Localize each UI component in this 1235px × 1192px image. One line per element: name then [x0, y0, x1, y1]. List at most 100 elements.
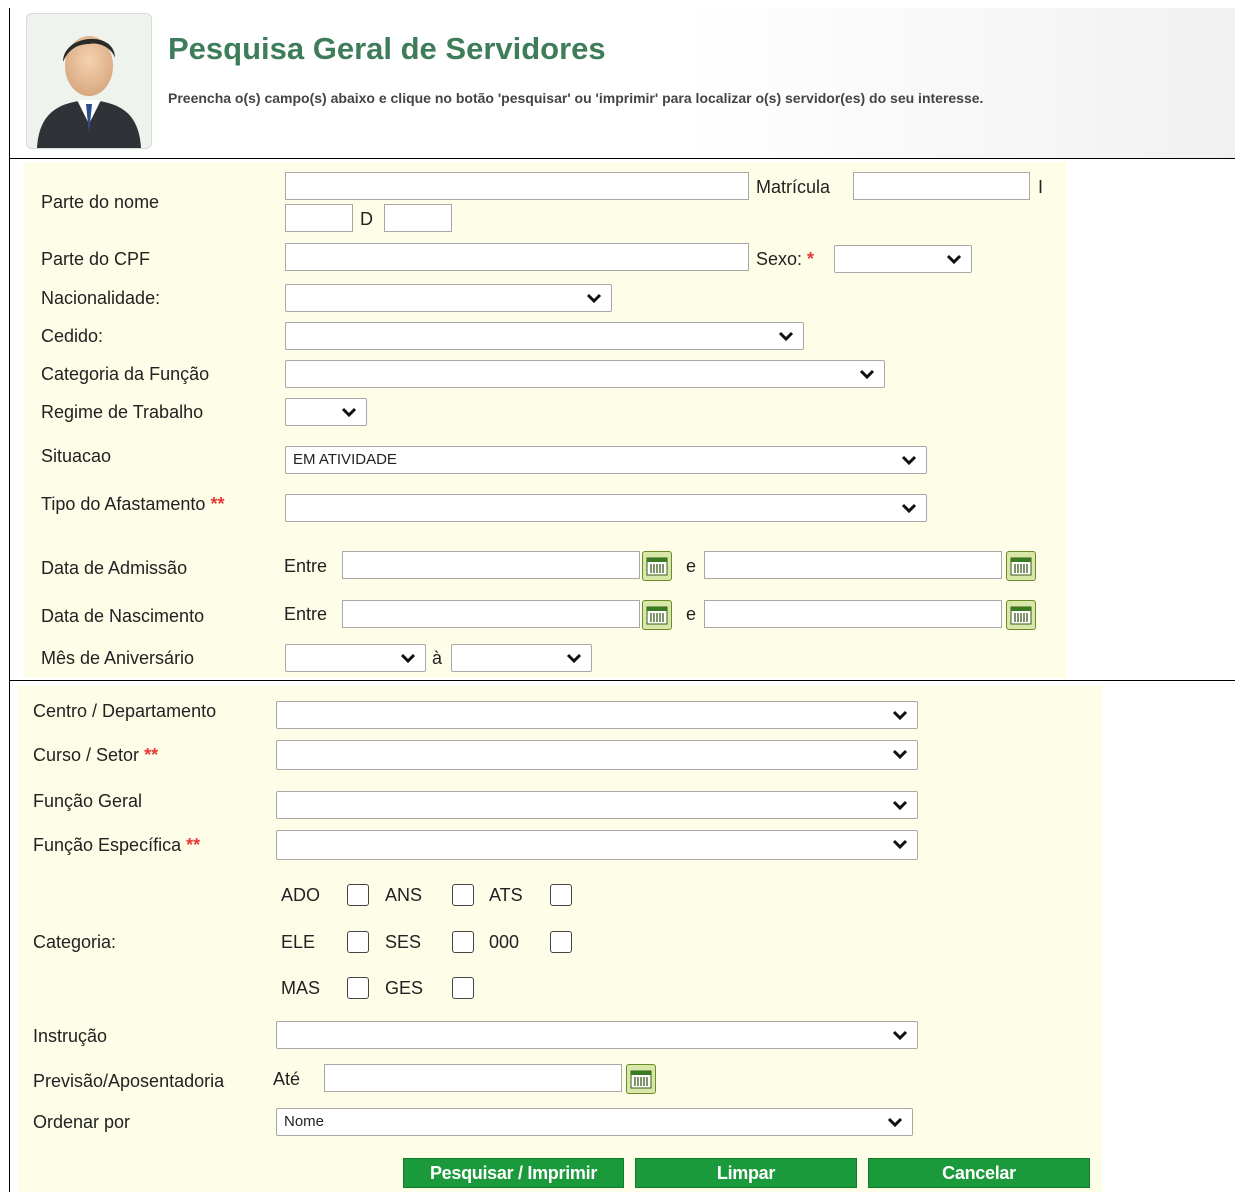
parte-nome-label: Parte do nome [41, 192, 160, 212]
categoria-option-label: ADO [281, 885, 321, 905]
matricula-label: Matrícula [756, 177, 831, 197]
curso-setor-label: Curso / Setor ** [33, 745, 159, 765]
chevron-down-icon [400, 653, 416, 664]
page-title: Pesquisa Geral de Servidores [168, 31, 606, 66]
chevron-down-icon [892, 1030, 908, 1041]
calendar-icon[interactable] [626, 1064, 656, 1094]
categoria-option-label: ATS [489, 885, 523, 905]
instrucao-select[interactable] [276, 1021, 918, 1049]
chevron-down-icon [892, 800, 908, 811]
chevron-down-icon [946, 254, 962, 265]
mes-aniversario-to-select[interactable] [451, 644, 592, 672]
data-admissao-label: Data de Admissão [41, 558, 188, 578]
cedido-select[interactable] [285, 322, 804, 350]
calendar-icon[interactable] [642, 551, 672, 581]
calendar-icon[interactable] [642, 600, 672, 630]
nascimento-to-input[interactable] [704, 600, 1002, 628]
categoria-option-label: SES [385, 932, 422, 952]
chevron-down-icon [892, 839, 908, 850]
matricula-i-label: I [1038, 177, 1044, 197]
chevron-down-icon [341, 407, 357, 418]
categoria-000-checkbox[interactable] [550, 931, 572, 953]
categoria-ele-checkbox[interactable] [347, 931, 369, 953]
admissao-e-label: e [686, 556, 697, 576]
parte-cpf-input[interactable] [285, 243, 749, 271]
section-divider [9, 680, 1235, 681]
ordenar-selected-value: Nome [284, 1113, 325, 1130]
admissao-entre-label: Entre [284, 556, 328, 576]
header-divider [9, 158, 1235, 159]
matricula-d-input[interactable] [384, 204, 452, 232]
nascimento-entre-label: Entre [284, 604, 328, 624]
nacionalidade-label: Nacionalidade: [41, 288, 161, 308]
categoria-option-label: GES [385, 978, 424, 998]
categoria-label: Categoria: [33, 932, 117, 952]
sexo-label: Sexo: * [756, 249, 815, 269]
categoria-ges-checkbox[interactable] [452, 977, 474, 999]
pesquisar-imprimir-button[interactable]: Pesquisar / Imprimir [403, 1158, 624, 1188]
limpar-button[interactable]: Limpar [635, 1158, 857, 1188]
situacao-label: Situacao [41, 446, 112, 466]
regime-trabalho-label: Regime de Trabalho [41, 402, 204, 422]
chevron-down-icon [566, 653, 582, 664]
nascimento-e-label: e [686, 604, 697, 624]
tipo-afastamento-select[interactable] [285, 494, 927, 522]
funcao-geral-label: Função Geral [33, 791, 143, 811]
nacionalidade-select[interactable] [285, 284, 612, 312]
mes-aniversario-label: Mês de Aniversário [41, 648, 195, 668]
categoria-mas-checkbox[interactable] [347, 977, 369, 999]
categoria-funcao-label: Categoria da Função [41, 364, 210, 384]
chevron-down-icon [586, 293, 602, 304]
ordenar-por-select[interactable]: Nome [276, 1108, 913, 1136]
categoria-ans-checkbox[interactable] [452, 884, 474, 906]
categoria-ado-checkbox[interactable] [347, 884, 369, 906]
double-required-mark: ** [186, 835, 201, 855]
categoria-option-label: MAS [281, 978, 321, 998]
centro-departamento-label: Centro / Departamento [33, 701, 217, 721]
double-required-mark: ** [210, 494, 225, 514]
chevron-down-icon [887, 1117, 903, 1128]
categoria-ses-checkbox[interactable] [452, 931, 474, 953]
instrucao-label: Instrução [33, 1026, 108, 1046]
situacao-select[interactable]: EM ATIVIDADE [285, 446, 927, 474]
sexo-select[interactable] [834, 245, 972, 273]
tipo-afastamento-label: Tipo do Afastamento ** [41, 494, 225, 514]
categoria-funcao-select[interactable] [285, 360, 885, 388]
categoria-option-label: ANS [385, 885, 423, 905]
nascimento-from-input[interactable] [342, 600, 640, 628]
chevron-down-icon [901, 455, 917, 466]
parte-cpf-label: Parte do CPF [41, 249, 151, 269]
situacao-selected-value: EM ATIVIDADE [293, 451, 397, 468]
categoria-option-label: ELE [281, 932, 316, 952]
centro-departamento-select[interactable] [276, 701, 918, 729]
previsao-ate-input[interactable] [324, 1064, 622, 1092]
page-subtitle: Preencha o(s) campo(s) abaixo e clique n… [168, 90, 984, 106]
required-mark: * [807, 249, 815, 269]
curso-setor-select[interactable] [276, 740, 918, 770]
funcao-especifica-select[interactable] [276, 830, 918, 860]
frame-left [9, 8, 10, 1192]
parte-nome-input[interactable] [285, 172, 749, 200]
calendar-icon[interactable] [1006, 600, 1036, 630]
matricula-i-input[interactable] [285, 204, 353, 232]
categoria-ats-checkbox[interactable] [550, 884, 572, 906]
categoria-option-label: 000 [489, 932, 520, 952]
cedido-label: Cedido: [41, 326, 104, 346]
chevron-down-icon [778, 331, 794, 342]
ordenar-por-label: Ordenar por [33, 1112, 131, 1132]
funcao-geral-select[interactable] [276, 791, 918, 819]
chevron-down-icon [892, 749, 908, 760]
regime-trabalho-select[interactable] [285, 398, 367, 426]
data-nascimento-label: Data de Nascimento [41, 606, 205, 626]
admissao-from-input[interactable] [342, 551, 640, 579]
matricula-d-label: D [360, 209, 373, 229]
user-avatar-icon [26, 13, 152, 149]
admissao-to-input[interactable] [704, 551, 1002, 579]
cancelar-button[interactable]: Cancelar [868, 1158, 1090, 1188]
mes-a-label: à [432, 648, 443, 668]
mes-aniversario-from-select[interactable] [285, 644, 426, 672]
ate-label: Até [273, 1069, 301, 1089]
calendar-icon[interactable] [1006, 551, 1036, 581]
double-required-mark: ** [144, 745, 159, 765]
matricula-input[interactable] [853, 172, 1030, 200]
